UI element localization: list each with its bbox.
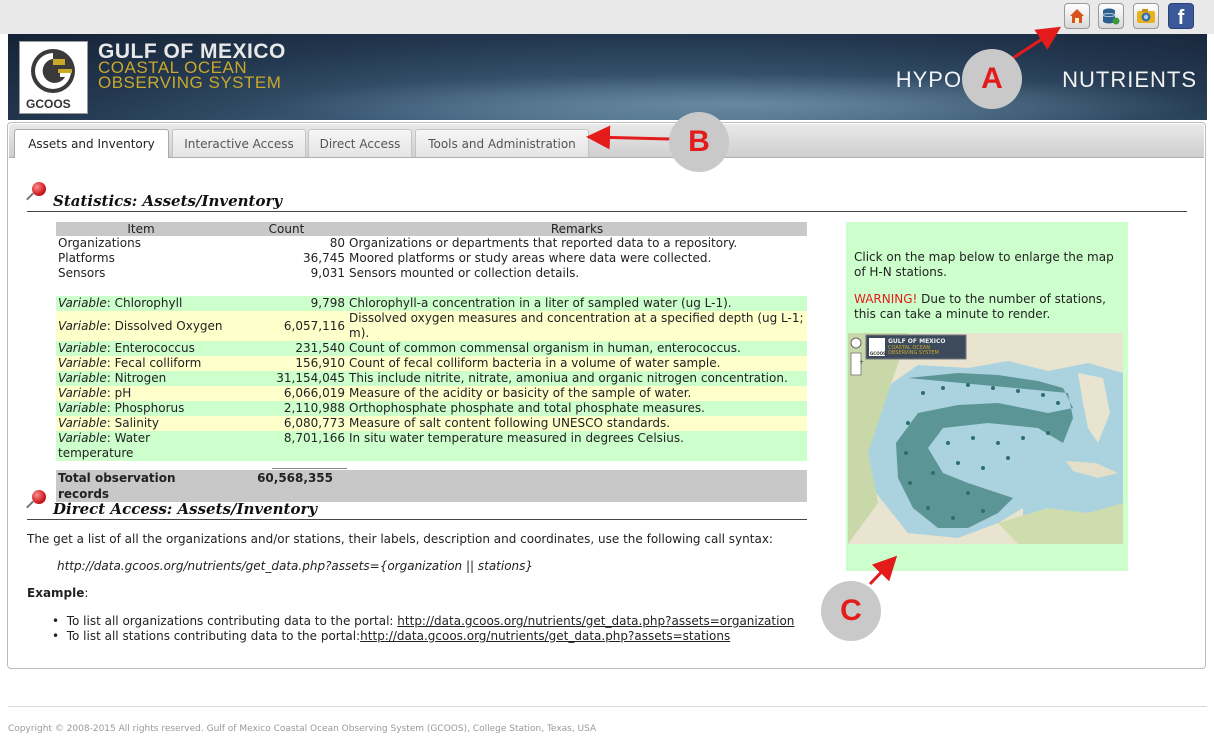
annotation-marker-a: A <box>962 49 1022 109</box>
annotation-marker-c: C <box>821 581 881 641</box>
footer-divider <box>8 706 1207 707</box>
annotation-arrows <box>586 26 1062 586</box>
copyright-footer: Copyright © 2008-2015 All rights reserve… <box>8 724 597 734</box>
annotation-marker-b: B <box>669 112 729 172</box>
